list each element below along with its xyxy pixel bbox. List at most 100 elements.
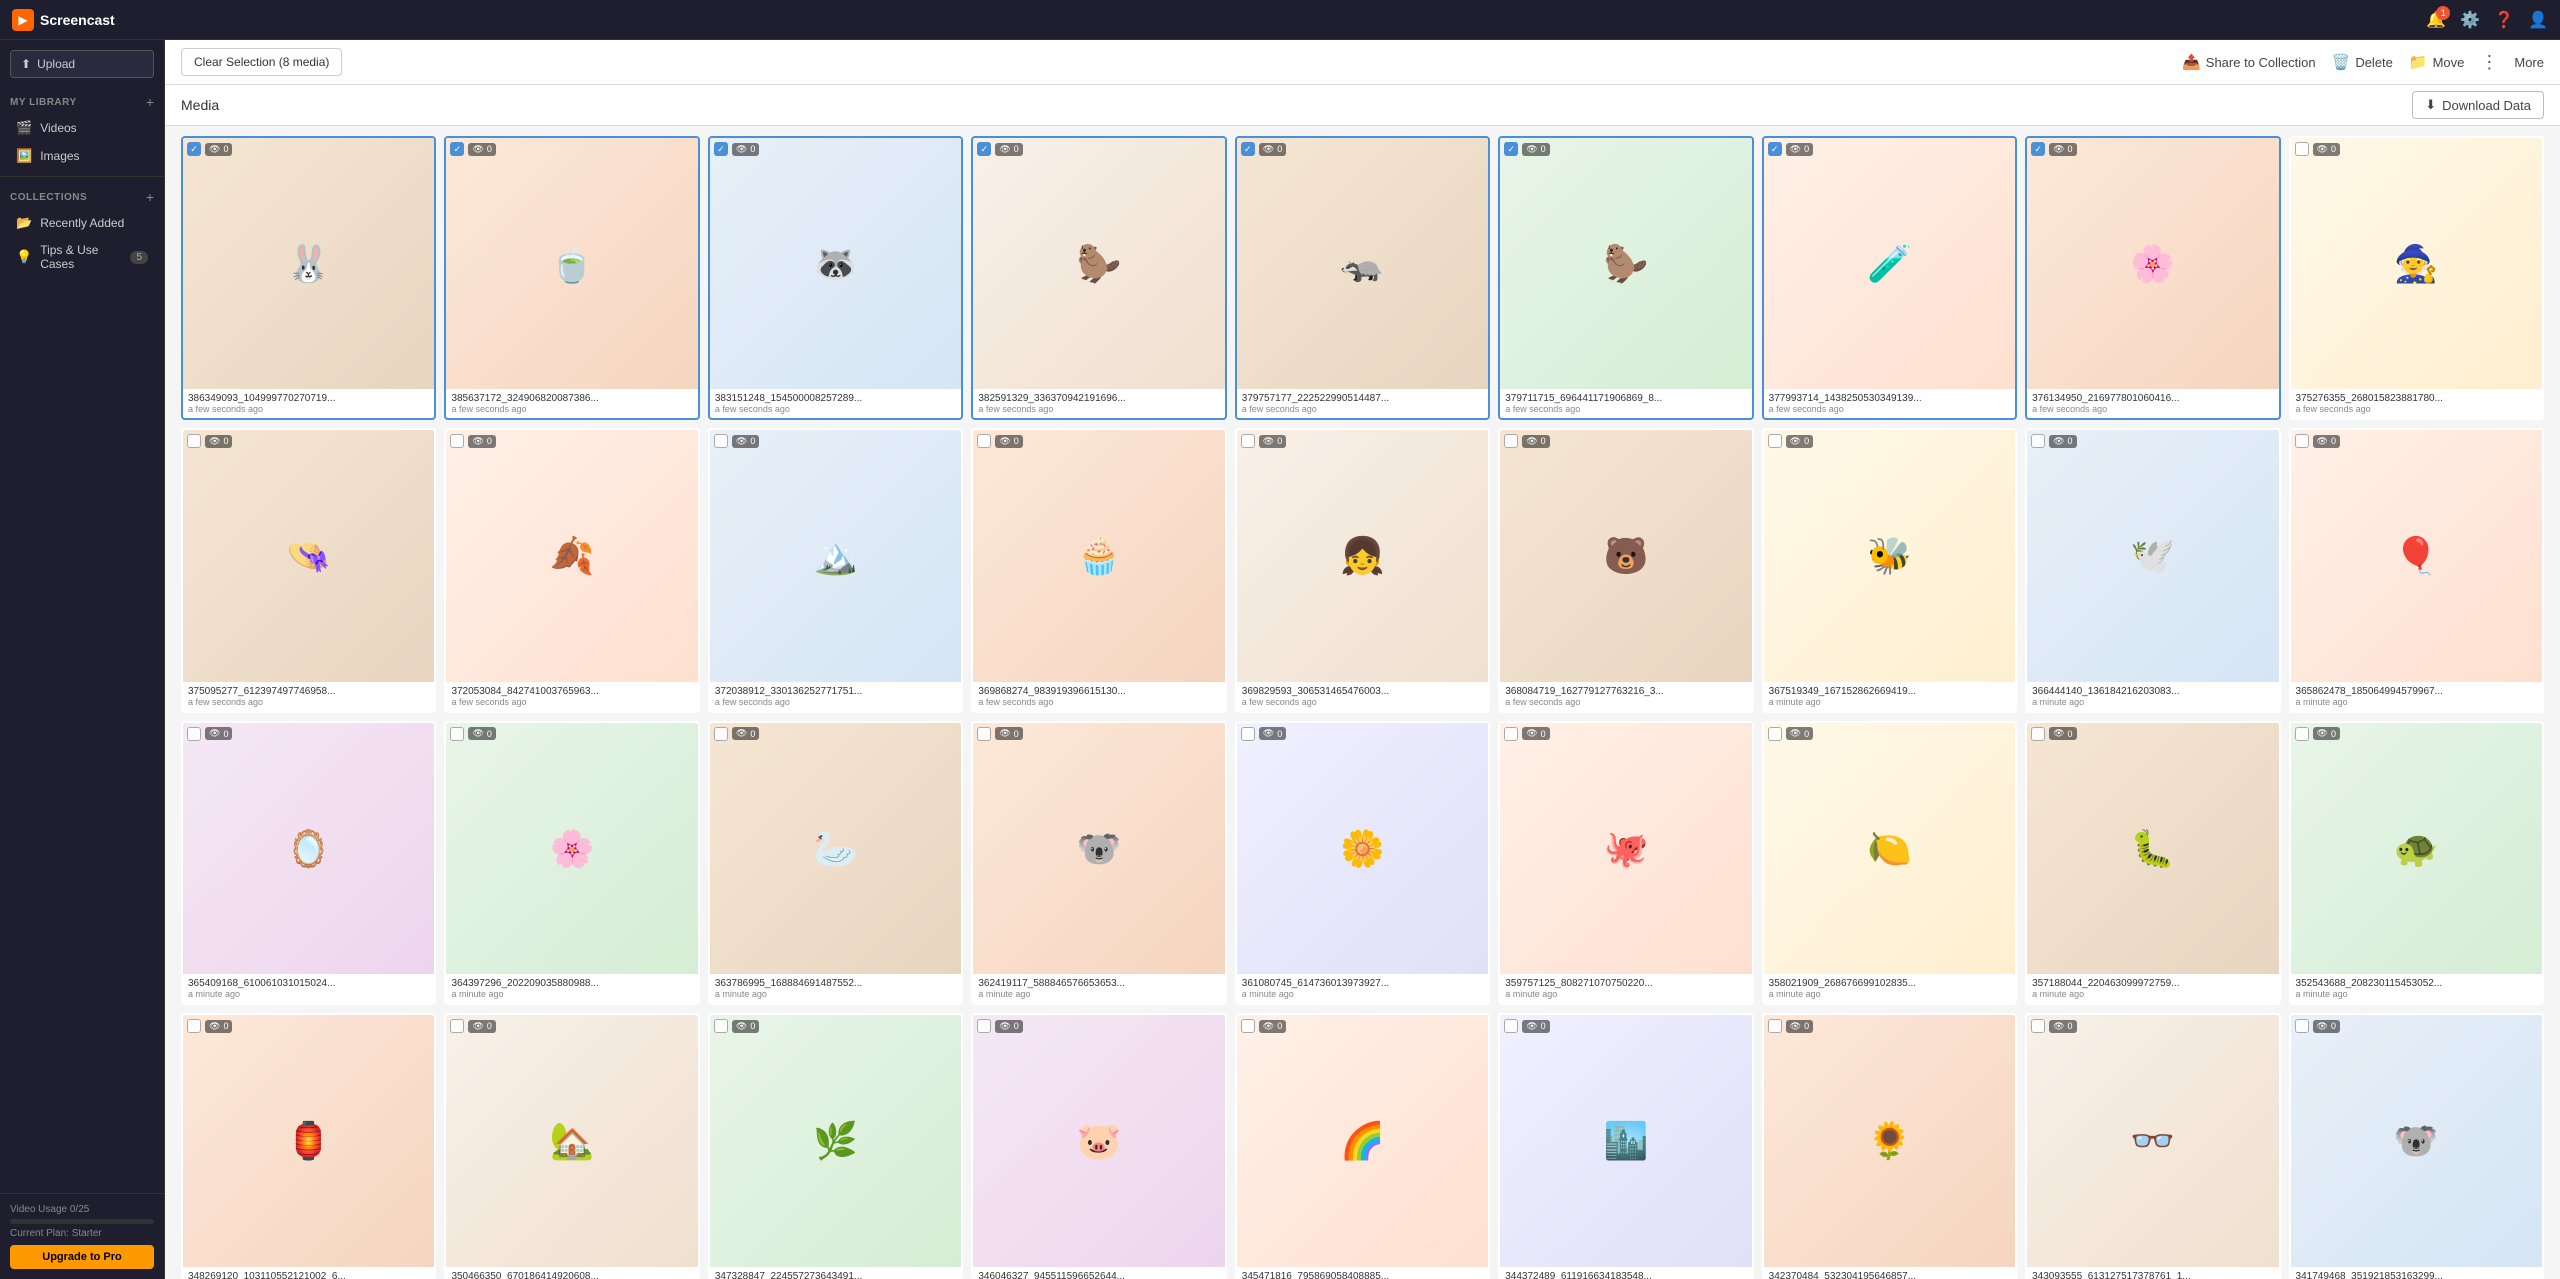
media-card[interactable]: 🪞 👁 0 365409168_610061031015024... a min…: [181, 721, 436, 1005]
media-card[interactable]: 🦡 ✓ 👁 0 379757177_222522990514487... a f…: [1235, 136, 1490, 420]
media-card[interactable]: 🍋 👁 0 358021909_268676699102835... a min…: [1762, 721, 2017, 1005]
media-checkbox[interactable]: ✓: [1504, 142, 1518, 156]
media-card[interactable]: 🐢 👁 0 352543688_208230115453052... a min…: [2289, 721, 2544, 1005]
media-checkbox[interactable]: [2031, 434, 2045, 448]
my-library-add-button[interactable]: +: [146, 94, 154, 110]
media-checkbox[interactable]: [2031, 1019, 2045, 1033]
media-card[interactable]: 🐷 👁 0 346046327_945511596652644... a min…: [971, 1013, 1226, 1279]
recently-added-label: Recently Added: [40, 216, 124, 230]
media-card[interactable]: 🧁 👁 0 369868274_983919396615130... a few…: [971, 428, 1226, 712]
media-card[interactable]: 🐛 👁 0 357188044_220463099972759... a min…: [2025, 721, 2280, 1005]
upgrade-button[interactable]: Upgrade to Pro: [10, 1245, 154, 1269]
media-card[interactable]: 🦝 ✓ 👁 0 383151248_154500008257289... a f…: [708, 136, 963, 420]
media-checkbox[interactable]: [187, 1019, 201, 1033]
plan-label: Current Plan: Starter: [10, 1228, 154, 1239]
profile-button[interactable]: 👤: [2528, 10, 2548, 30]
media-checkbox[interactable]: [187, 727, 201, 741]
view-count: 0: [750, 436, 755, 446]
media-checkbox[interactable]: ✓: [714, 142, 728, 156]
media-card[interactable]: 🐰 ✓ 👁 0 386349093_104999770270719... a f…: [181, 136, 436, 420]
sidebar-item-videos[interactable]: 🎬 Videos: [6, 115, 158, 141]
sidebar-item-images[interactable]: 🖼️ Images: [6, 143, 158, 169]
media-card[interactable]: 🏡 👁 0 350466350_670186414920608... a min…: [444, 1013, 699, 1279]
media-checkbox[interactable]: [1768, 434, 1782, 448]
media-checkbox[interactable]: [2295, 727, 2309, 741]
media-checkbox[interactable]: [2295, 434, 2309, 448]
media-card[interactable]: 🦫 ✓ 👁 0 379711715_696441171906869_8... a…: [1498, 136, 1753, 420]
media-card[interactable]: 🌈 👁 0 345471816_795869058408885... a min…: [1235, 1013, 1490, 1279]
collections-add-button[interactable]: +: [146, 189, 154, 205]
media-checkbox[interactable]: [1768, 1019, 1782, 1033]
media-checkbox[interactable]: ✓: [977, 142, 991, 156]
media-thumbnail: 🌼 👁 0: [1237, 723, 1488, 974]
media-checkbox[interactable]: [977, 1019, 991, 1033]
thumb-icon: 👓: [2130, 1123, 2175, 1159]
media-card[interactable]: 👒 👁 0 375095277_612397497746958... a few…: [181, 428, 436, 712]
media-card[interactable]: 👧 👁 0 369829593_306531465476003... a few…: [1235, 428, 1490, 712]
media-checkbox[interactable]: [2031, 727, 2045, 741]
media-card[interactable]: 🏮 👁 0 348269120_103110552121002_6... a m…: [181, 1013, 436, 1279]
media-card[interactable]: 🌼 👁 0 361080745_614736013973927... a min…: [1235, 721, 1490, 1005]
media-card[interactable]: 🍵 ✓ 👁 0 385637172_324906820087386... a f…: [444, 136, 699, 420]
media-checkbox[interactable]: [1504, 727, 1518, 741]
media-card[interactable]: 🌸 ✓ 👁 0 376134950_216977801060416... a f…: [2025, 136, 2280, 420]
notifications-button[interactable]: 🔔 1: [2426, 10, 2446, 30]
media-card[interactable]: 🐨 👁 0 341749468_351921853163299... a min…: [2289, 1013, 2544, 1279]
media-card[interactable]: 🕊️ 👁 0 366444140_136184216203083... a mi…: [2025, 428, 2280, 712]
settings-button[interactable]: ⚙️: [2460, 10, 2480, 30]
media-card[interactable]: 🏔️ 👁 0 372038912_330136252771751... a fe…: [708, 428, 963, 712]
media-checkbox[interactable]: [1504, 1019, 1518, 1033]
share-to-collection-button[interactable]: 📤 Share to Collection: [2182, 53, 2316, 71]
media-checkbox[interactable]: [977, 727, 991, 741]
media-checkbox[interactable]: ✓: [2031, 142, 2045, 156]
media-name: 369829593_306531465476003...: [1242, 686, 1483, 697]
media-card[interactable]: 🦢 👁 0 363786995_168884691487552... a min…: [708, 721, 963, 1005]
media-checkbox[interactable]: ✓: [1241, 142, 1255, 156]
media-checkbox[interactable]: [450, 434, 464, 448]
media-checkbox[interactable]: [1768, 727, 1782, 741]
media-checkbox[interactable]: [2295, 142, 2309, 156]
media-card[interactable]: 🌸 👁 0 364397296_202209035880988... a min…: [444, 721, 699, 1005]
media-checkbox[interactable]: [450, 1019, 464, 1033]
media-checkbox[interactable]: [1241, 434, 1255, 448]
tips-icon: 💡: [16, 249, 32, 265]
media-stats: 👁 0: [468, 143, 495, 156]
media-card[interactable]: 🍂 👁 0 372053084_842741003765963... a few…: [444, 428, 699, 712]
media-card[interactable]: 🦫 ✓ 👁 0 382591329_336370942191696... a f…: [971, 136, 1226, 420]
media-checkbox[interactable]: [1241, 727, 1255, 741]
media-card[interactable]: 🧪 ✓ 👁 0 377993714_1438250530349139... a …: [1762, 136, 2017, 420]
media-card[interactable]: 🐝 👁 0 367519349_167152862669419... a min…: [1762, 428, 2017, 712]
view-count: 0: [1541, 1021, 1546, 1031]
move-button[interactable]: 📁 Move: [2409, 53, 2464, 71]
media-checkbox[interactable]: ✓: [187, 142, 201, 156]
download-data-button[interactable]: ⬇ Download Data: [2412, 91, 2544, 119]
media-card[interactable]: 🐻 👁 0 368084719_162779127763216_3... a f…: [1498, 428, 1753, 712]
help-button[interactable]: ❓: [2494, 10, 2514, 30]
delete-button[interactable]: 🗑️ Delete: [2332, 53, 2393, 71]
upload-button[interactable]: ⬆ Upload: [10, 50, 154, 78]
media-checkbox[interactable]: [714, 1019, 728, 1033]
media-checkbox[interactable]: [2295, 1019, 2309, 1033]
media-card[interactable]: 🐨 👁 0 362419117_588846576653653... a min…: [971, 721, 1226, 1005]
media-checkbox[interactable]: [187, 434, 201, 448]
media-checkbox[interactable]: [1504, 434, 1518, 448]
media-card[interactable]: 👓 👁 0 343093555_613127517378761_1... a m…: [2025, 1013, 2280, 1279]
thumb-icon: 🦡: [1340, 246, 1385, 282]
media-card[interactable]: 🎈 👁 0 365862478_185064994579967... a min…: [2289, 428, 2544, 712]
media-checkbox[interactable]: ✓: [450, 142, 464, 156]
media-checkbox[interactable]: [977, 434, 991, 448]
media-card[interactable]: 🐙 👁 0 359757125_808271070750220... a min…: [1498, 721, 1753, 1005]
media-checkbox[interactable]: ✓: [1768, 142, 1782, 156]
media-card[interactable]: 🌻 👁 0 342370484_532304195646857... a min…: [1762, 1013, 2017, 1279]
media-checkbox[interactable]: [450, 727, 464, 741]
sidebar-item-recently-added[interactable]: 📂 Recently Added: [6, 210, 158, 236]
media-card[interactable]: 🏙️ 👁 0 344372489_611916634183548... a mi…: [1498, 1013, 1753, 1279]
media-card[interactable]: 🌿 👁 0 347328847_224557273643491... a min…: [708, 1013, 963, 1279]
clear-selection-button[interactable]: Clear Selection (8 media): [181, 48, 342, 76]
more-button[interactable]: ⋮: [2480, 52, 2498, 73]
media-checkbox[interactable]: [714, 727, 728, 741]
media-checkbox[interactable]: [1241, 1019, 1255, 1033]
media-card[interactable]: 🧙 👁 0 375276355_268015823881780... a few…: [2289, 136, 2544, 420]
sidebar-item-tips[interactable]: 💡 Tips & Use Cases 5: [6, 238, 158, 276]
media-checkbox[interactable]: [714, 434, 728, 448]
